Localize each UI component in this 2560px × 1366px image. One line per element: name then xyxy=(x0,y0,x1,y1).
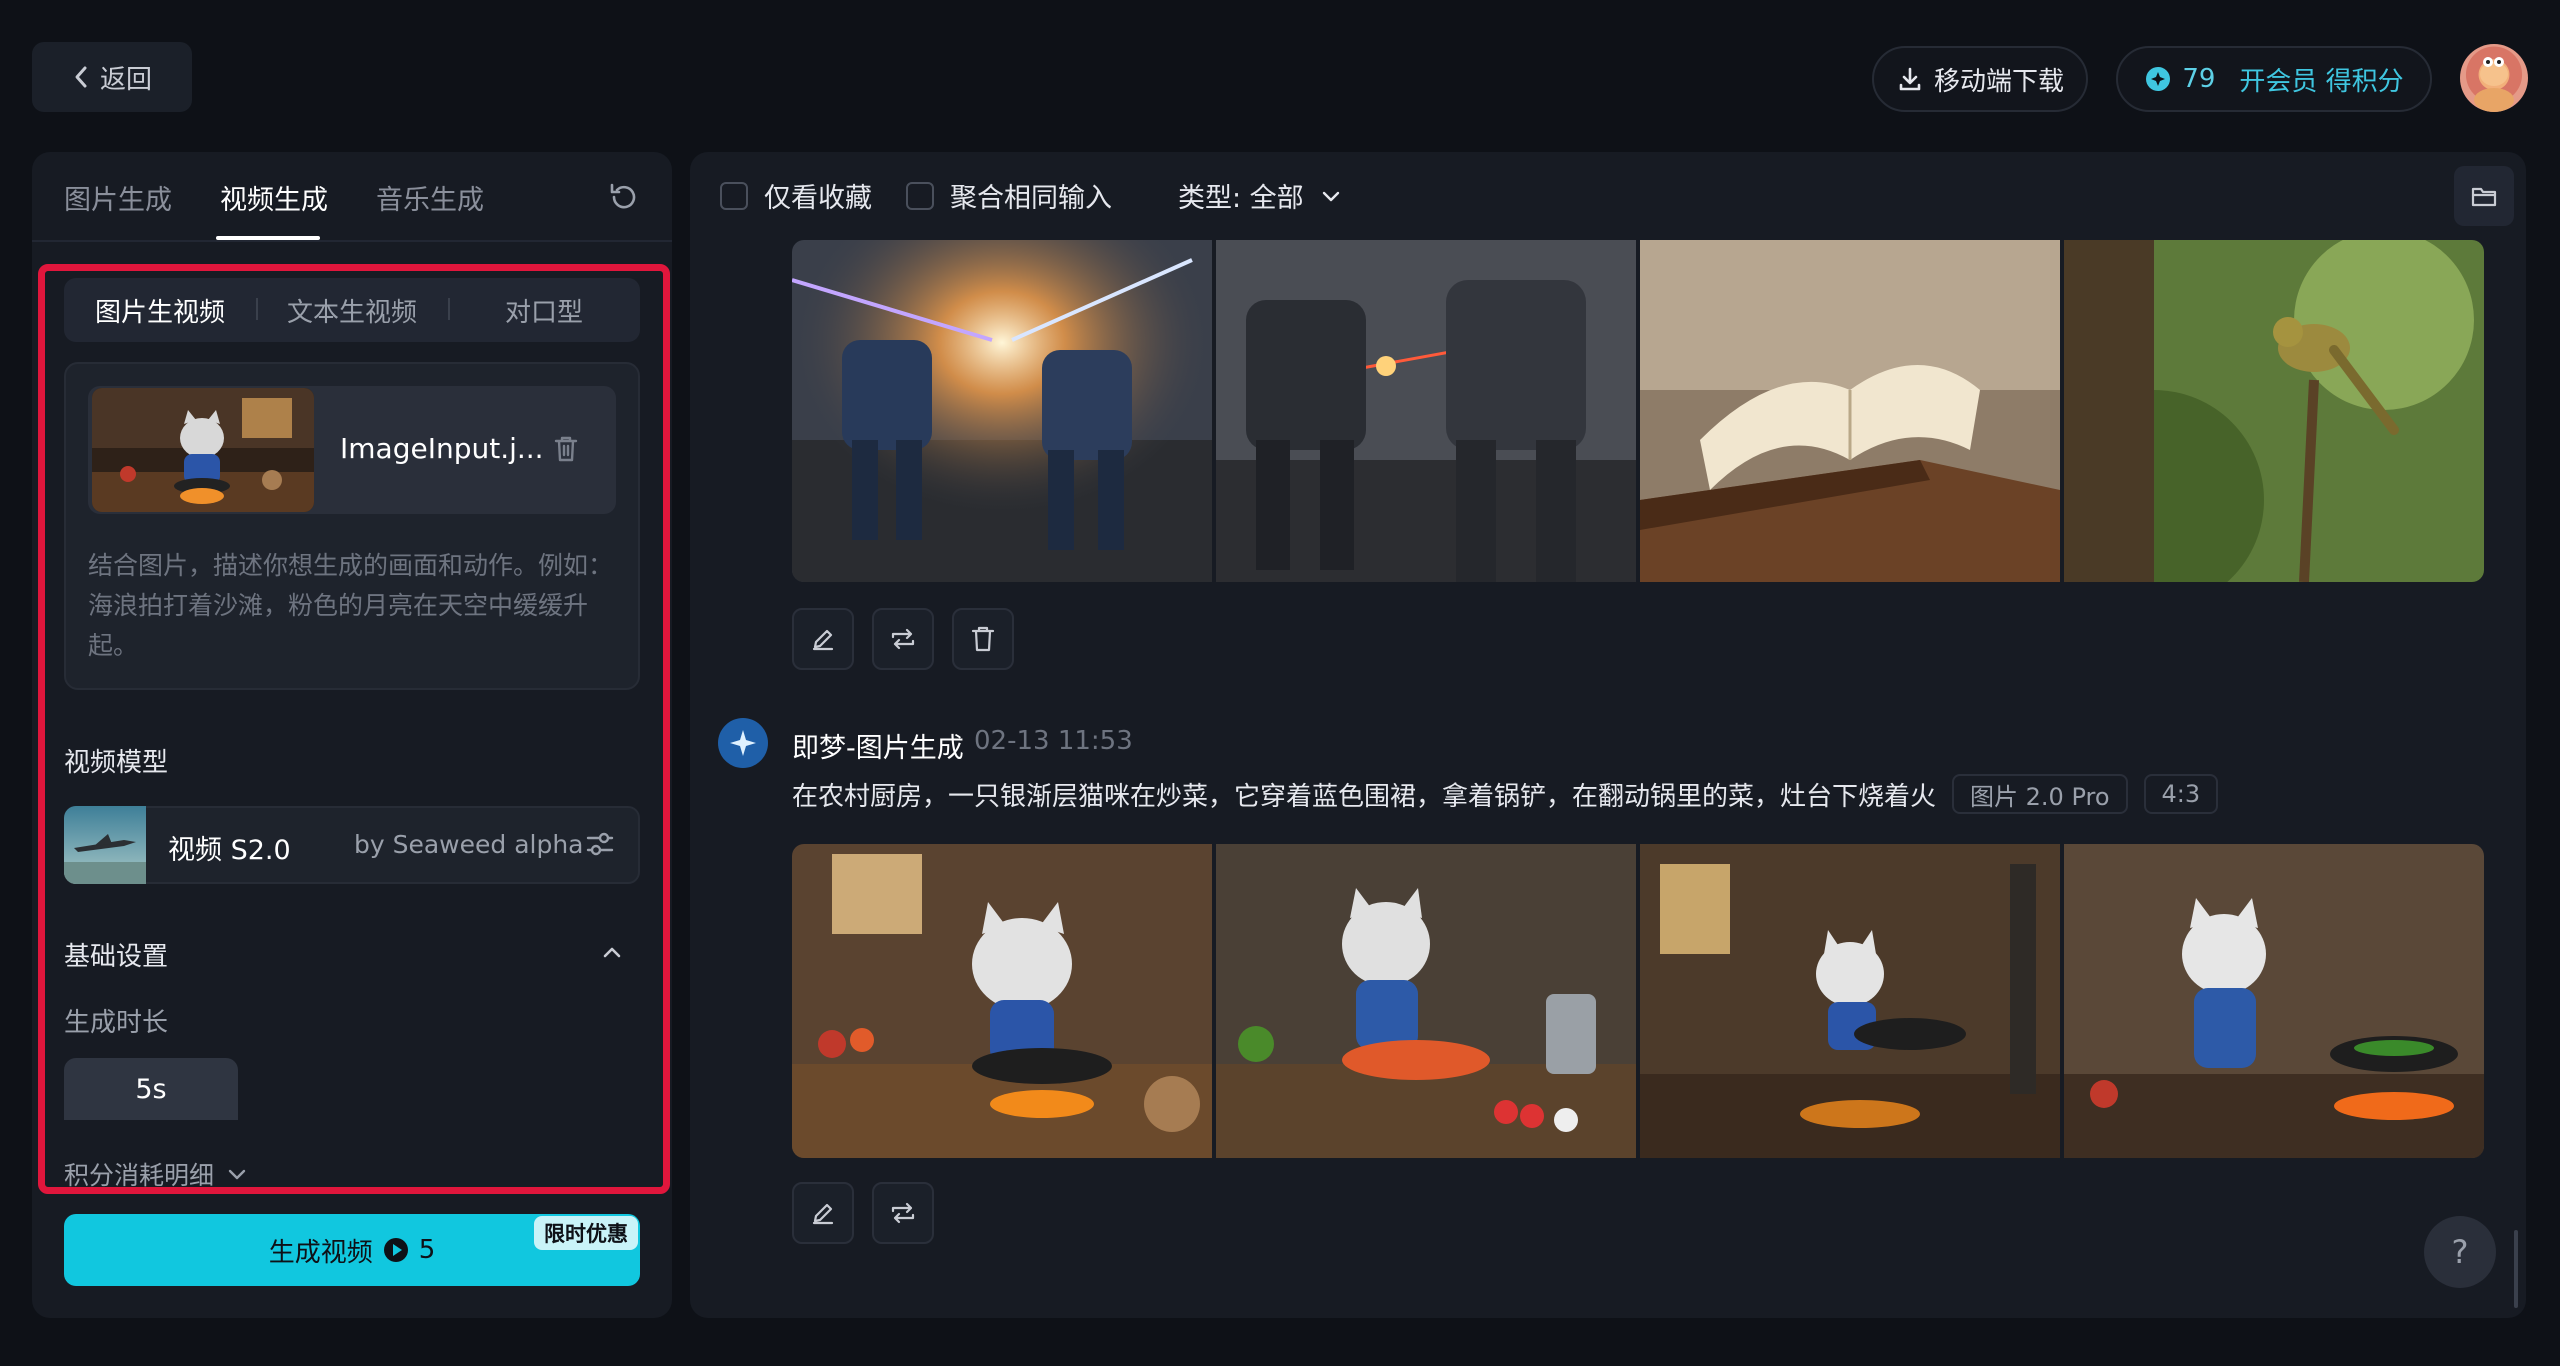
edit-button[interactable] xyxy=(792,1182,854,1244)
avatar[interactable] xyxy=(2460,44,2528,112)
pencil-icon xyxy=(809,625,837,653)
refresh-icon[interactable] xyxy=(606,180,640,214)
tab-divider xyxy=(32,240,672,242)
download-icon xyxy=(1896,65,1924,93)
tab-video-generation[interactable]: 视频生成 xyxy=(220,178,328,217)
credits-count: 79 xyxy=(2182,64,2216,94)
generate-cost: 5 xyxy=(418,1235,436,1265)
result-image-cat-cooking-4[interactable] xyxy=(2064,844,2484,1158)
generation-result-images-cats xyxy=(792,844,2484,1158)
result-image-robots-battle[interactable] xyxy=(792,240,1212,582)
tab-music-generation[interactable]: 音乐生成 xyxy=(376,178,484,217)
favorites-checkbox[interactable] xyxy=(720,181,748,210)
generation-prompt-row: 在农村厨房，一只银渐层猫咪在炒菜，它穿着蓝色围裙，拿着锅铲，在翻动锅里的菜，灶台… xyxy=(792,774,2219,814)
jimeng-logo-icon xyxy=(718,718,768,768)
generation-tabs: 图片生成 视频生成 音乐生成 xyxy=(64,178,484,217)
back-button[interactable]: 返回 xyxy=(32,42,192,112)
repeat-icon xyxy=(888,625,918,653)
favorites-label[interactable]: 仅看收藏 xyxy=(764,176,872,215)
credit-coin-icon xyxy=(2144,65,2172,93)
highlight-annotation xyxy=(38,264,670,1194)
generation-prompt-text: 在农村厨房，一只银渐层猫咪在炒菜，它穿着蓝色围裙，拿着锅铲，在翻动锅里的菜，灶台… xyxy=(792,781,1937,812)
regenerate-button[interactable] xyxy=(872,608,934,670)
regenerate-button[interactable] xyxy=(872,1182,934,1244)
folder-icon xyxy=(2470,183,2498,209)
tab-image-generation[interactable]: 图片生成 xyxy=(64,178,172,217)
result-image-cat-cooking-2[interactable] xyxy=(1216,844,1636,1158)
merge-inputs-label[interactable]: 聚合相同输入 xyxy=(950,176,1112,215)
promo-badge: 限时优惠 xyxy=(534,1216,638,1250)
membership-cta: 开会员 得积分 xyxy=(2239,66,2404,97)
generation-timestamp: 02-13 11:53 xyxy=(974,726,1133,756)
filter-bar: 仅看收藏 聚合相同输入 类型: 全部 xyxy=(720,176,1342,215)
generation-result-images xyxy=(792,240,2484,582)
results-scrollbar[interactable] xyxy=(2514,1230,2518,1308)
credits-button[interactable]: 79 开会员 得积分 xyxy=(2116,46,2432,112)
type-filter-dropdown[interactable]: 类型: 全部 xyxy=(1178,176,1304,215)
result-image-open-book[interactable] xyxy=(1640,240,2060,582)
delete-button[interactable] xyxy=(952,608,1014,670)
result-image-cat-cooking-1[interactable] xyxy=(792,844,1212,1158)
generate-label: 生成视频 xyxy=(268,1237,373,1268)
back-label: 返回 xyxy=(99,64,152,95)
edit-button[interactable] xyxy=(792,608,854,670)
merge-inputs-checkbox[interactable] xyxy=(906,181,934,210)
download-label: 移动端下载 xyxy=(1933,66,2064,97)
chevron-down-icon[interactable] xyxy=(1320,187,1342,205)
mobile-download-button[interactable]: 移动端下载 xyxy=(1872,46,2088,112)
help-button[interactable]: ? xyxy=(2424,1216,2496,1288)
folder-button[interactable] xyxy=(2454,166,2514,226)
result-image-robots-laser[interactable] xyxy=(1216,240,1636,582)
chevron-left-icon xyxy=(72,65,90,89)
ratio-tag: 4:3 xyxy=(2143,774,2219,814)
model-tag: 图片 2.0 Pro xyxy=(1952,774,2128,814)
result-image-bird-on-branch[interactable] xyxy=(2064,240,2484,582)
trash-icon xyxy=(969,624,997,654)
pencil-icon xyxy=(809,1199,837,1227)
generation-source-title: 即梦-图片生成 xyxy=(792,733,964,764)
credit-play-icon xyxy=(383,1237,409,1263)
result-image-cat-cooking-3[interactable] xyxy=(1640,844,2060,1158)
repeat-icon xyxy=(888,1199,918,1227)
